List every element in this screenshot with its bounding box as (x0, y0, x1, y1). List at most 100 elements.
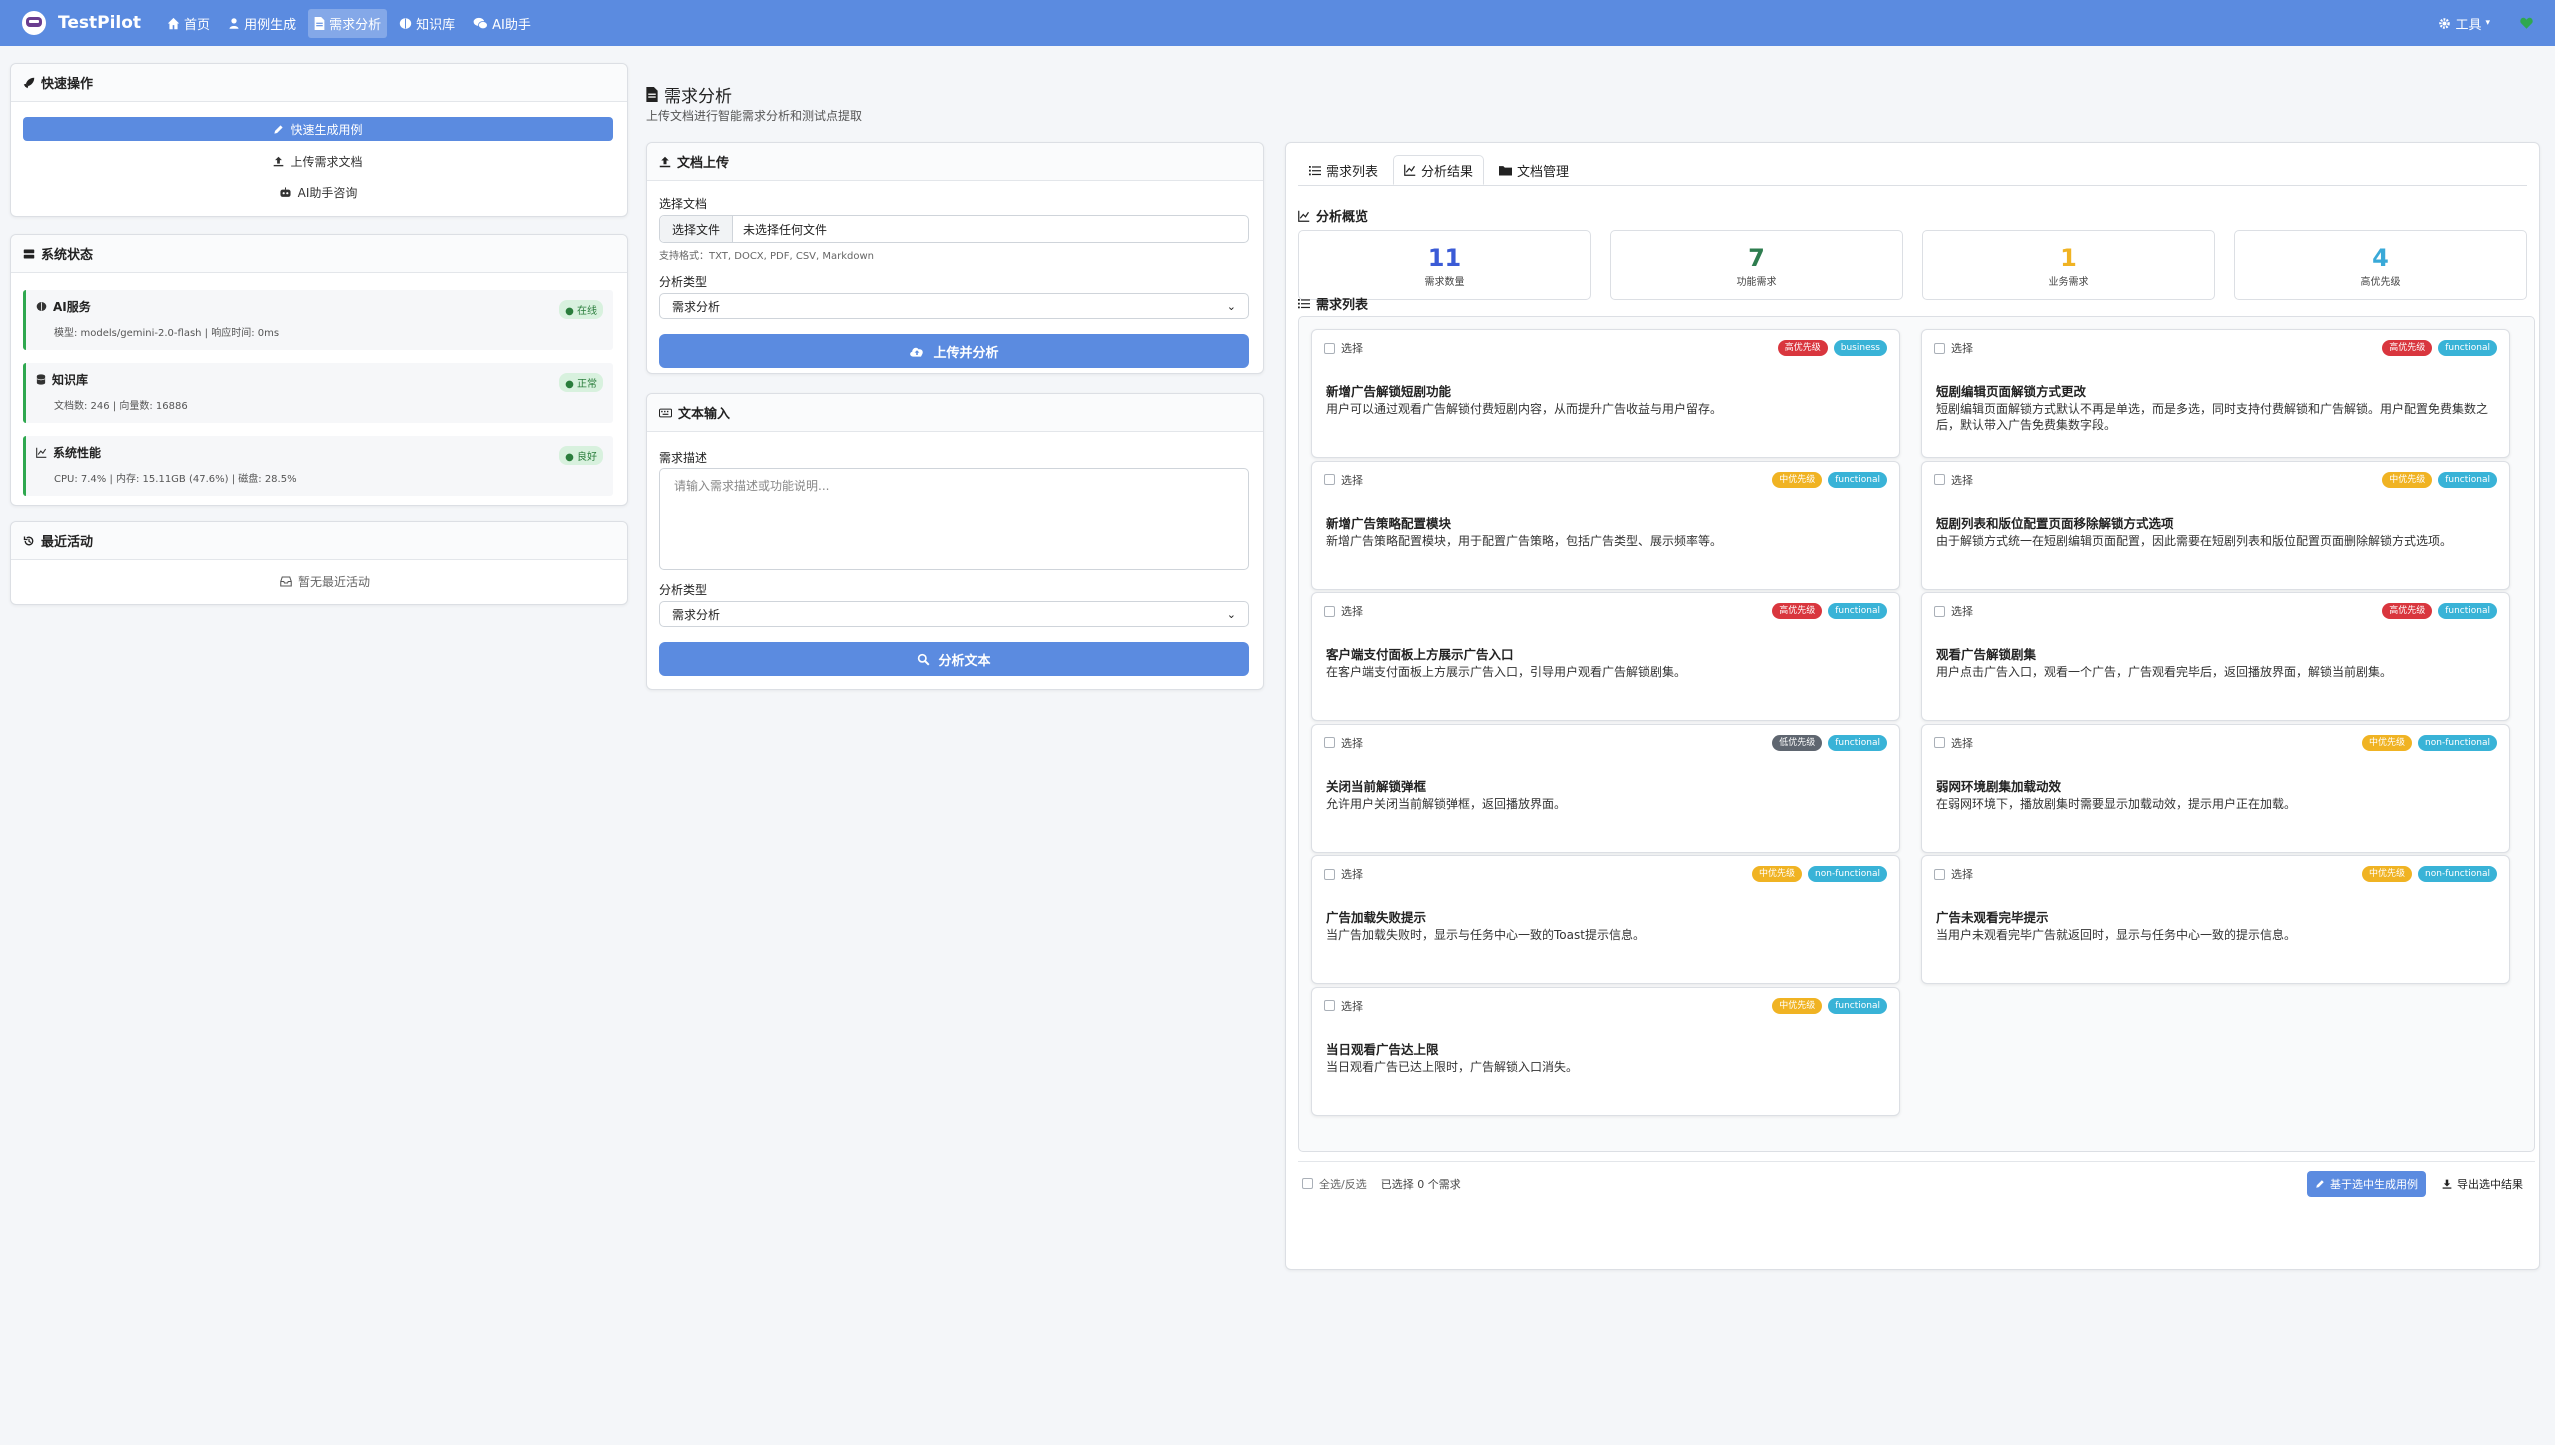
stat-value: 11 (1427, 244, 1462, 272)
nav-case-generation[interactable]: 用例生成 (222, 9, 302, 38)
requirement-card[interactable]: 选择 高优先级 functional 观看广告解锁剧集 用户点击广告入口，观看一个广告，… (1921, 592, 2510, 721)
page-title: 需求分析 (646, 82, 732, 107)
results-tabs: 需求列表 分析结果 文档管理 (1298, 155, 1580, 185)
upload-type-label: 分析类型 (659, 275, 708, 289)
requirement-title: 当日观看广告达上限 (1326, 1041, 1439, 1057)
stat-label: 需求数量 (1424, 277, 1465, 288)
checkbox-icon (1324, 342, 1335, 354)
tab-document-management[interactable]: 文档管理 (1488, 155, 1580, 185)
requirement-select-checkbox[interactable]: 选择 (1324, 866, 1363, 882)
requirement-select-label: 选择 (1341, 473, 1363, 487)
requirement-description: 在弱网环境下，播放剧集时需要显示加载动效，提示用户正在加载。 (1936, 796, 2297, 811)
system-status-header: 系统状态 (11, 235, 627, 273)
status-badge: ● 良好 (559, 446, 603, 465)
requirement-card[interactable]: 选择 中优先级 functional 新增广告策略配置模块 新增广告策略配置模块，用于配… (1311, 460, 1900, 590)
type-badge: non-functional (2418, 866, 2497, 882)
quick-generate-button[interactable]: 快速生成用例 (23, 117, 613, 141)
requirement-select-checkbox[interactable]: 选择 (1324, 998, 1363, 1014)
heart-icon[interactable] (2520, 17, 2533, 29)
requirement-select-checkbox[interactable]: 选择 (1934, 340, 1973, 356)
requirement-select-label: 选择 (1341, 605, 1363, 618)
page-subtitle: 上传文档进行智能需求分析和测试点提取 (646, 109, 863, 123)
nav-home-label: 首页 (184, 17, 211, 33)
select-all-label: 全选/反选 (1319, 1177, 1367, 1191)
requirement-card[interactable]: 选择 高优先级 functional 客户端支付面板上方展示广告入口 在客户端支付面板上… (1311, 592, 1900, 721)
requirement-select-label: 选择 (1951, 736, 1973, 750)
text-type-select[interactable]: 需求分析 ⌄ (659, 601, 1249, 627)
keyboard-icon (659, 408, 672, 417)
requirement-select-label: 选择 (1951, 605, 1973, 618)
upload-type-select[interactable]: 需求分析 ⌄ (659, 293, 1249, 319)
requirement-title: 客户端支付面板上方展示广告入口 (1326, 647, 1514, 662)
requirement-select-checkbox[interactable]: 选择 (1934, 472, 1973, 488)
status-ai-service: AI服务 模型: models/gemini-2.0-flash | 响应时间:… (23, 290, 613, 350)
type-badge: functional (1828, 471, 1887, 488)
requirement-card[interactable]: 选择 高优先级 business 新增广告解锁短剧功能 用户可以通过观看广告解锁付费短剧… (1311, 329, 1900, 458)
status-badge: ● 正常 (559, 373, 603, 392)
analyze-text-button[interactable]: 分析文本 (659, 642, 1249, 676)
nav-ai-assistant[interactable]: AI助手 (467, 9, 537, 38)
requirement-card[interactable]: 选择 高优先级 functional 短剧编辑页面解锁方式更改 短剧编辑页面解锁方式默认… (1921, 329, 2510, 458)
export-selected-button[interactable]: 导出选中结果 (2434, 1171, 2531, 1197)
nav-case-generation-label: 用例生成 (244, 17, 297, 33)
tab-analysis-results[interactable]: 分析结果 (1393, 155, 1485, 185)
nav-knowledge-base[interactable]: 知识库 (393, 9, 461, 38)
quick-actions-card: 快速操作 快速生成用例 上传需求文档 AI助手咨询 (10, 63, 628, 217)
text-input-card: 文本输入 需求描述 请输入需求描述或功能说明... 分析类型 需求分析 ⌄ 分析… (646, 393, 1264, 690)
tools-dropdown[interactable]: 工具 ▾ (2432, 9, 2496, 38)
ai-consult-link[interactable]: AI助手咨询 (23, 181, 613, 203)
export-selected-label: 导出选中结果 (2457, 1177, 2523, 1191)
status-badge: ● 在线 (559, 300, 603, 319)
document-icon (314, 16, 325, 30)
type-badge: functional (1828, 734, 1887, 751)
requirement-badges: 中优先级 non-functional (2362, 866, 2497, 882)
requirement-select-checkbox[interactable]: 选择 (1324, 340, 1363, 356)
stat-value: 1 (2060, 244, 2077, 272)
brand[interactable]: TestPilot (22, 11, 141, 35)
requirement-title: 弱网环境剧集加载动效 (1936, 778, 2062, 794)
page-title-text: 需求分析 (664, 87, 732, 107)
requirement-select-checkbox[interactable]: 选择 (1324, 735, 1363, 751)
requirement-card[interactable]: 选择 中优先级 non-functional 广告未观看完毕提示 当用户未观看完毕广告就… (1921, 855, 2510, 984)
text-input-title: 文本输入 (678, 407, 731, 422)
status-knowledge-base-detail: 文档数: 246 | 向量数: 16886 (54, 401, 188, 412)
requirement-title: 短剧编辑页面解锁方式更改 (1936, 384, 2087, 399)
priority-badge: 高优先级 (2382, 603, 2433, 619)
requirement-select-checkbox[interactable]: 选择 (1324, 472, 1363, 488)
quick-actions-title: 快速操作 (41, 77, 94, 92)
requirement-card[interactable]: 选择 低优先级 functional 关闭当前解锁弹框 允许用户关闭当前解锁弹框，返回播… (1311, 723, 1900, 853)
stat-label: 功能需求 (1736, 277, 1777, 288)
nav-home[interactable]: 首页 (161, 9, 216, 38)
requirement-select-checkbox[interactable]: 选择 (1324, 603, 1363, 619)
cloud-upload-icon (910, 347, 924, 357)
nav-requirement-analysis[interactable]: 需求分析 (308, 8, 388, 38)
requirement-select-checkbox[interactable]: 选择 (1934, 735, 1973, 751)
requirement-select-checkbox[interactable]: 选择 (1934, 603, 1973, 619)
requirement-description: 新增广告策略配置模块，用于配置广告策略，包括广告类型、展示频率等。 (1326, 533, 1723, 548)
type-badge: functional (2438, 603, 2497, 619)
upload-analyze-button[interactable]: 上传并分析 (659, 334, 1249, 368)
tab-requirement-list[interactable]: 需求列表 (1298, 155, 1389, 185)
status-ai-service-name: AI服务 (53, 300, 91, 314)
results-panel: 需求列表 分析结果 文档管理 分析概览 11 需求数量 7 功能需求 1 业务需… (1285, 142, 2540, 1270)
description-textarea[interactable]: 请输入需求描述或功能说明... (659, 468, 1249, 570)
status-ai-service-detail: 模型: models/gemini-2.0-flash | 响应时间: 0ms (54, 328, 280, 339)
requirement-card[interactable]: 选择 中优先级 functional 当日观看广告达上限 当日观看广告已达上限时，广告解… (1311, 986, 1900, 1116)
recent-activity-empty-text: 暂无最近活动 (297, 575, 370, 589)
analyze-text-label: 分析文本 (938, 653, 991, 669)
checkbox-icon (1934, 737, 1945, 748)
upload-document-link[interactable]: 上传需求文档 (23, 150, 613, 172)
priority-badge: 中优先级 (2362, 734, 2413, 751)
requirement-card[interactable]: 选择 中优先级 non-functional 广告加载失败提示 当广告加载失败时，显示与… (1311, 855, 1900, 984)
status-system-performance-detail: CPU: 7.4% | 内存: 15.11GB (47.6%) | 磁盘: 28… (54, 474, 297, 485)
choose-file-button[interactable]: 选择文件 (660, 216, 734, 242)
requirement-card[interactable]: 选择 中优先级 functional 短剧列表和版位配置页面移除解锁方式选项 由于解锁方… (1921, 460, 2510, 590)
file-input[interactable]: 选择文件 未选择任何文件 (659, 215, 1249, 243)
requirement-card[interactable]: 选择 中优先级 non-functional 弱网环境剧集加载动效 在弱网环境下，播放剧… (1921, 723, 2510, 853)
overview-title: 分析概览 (1298, 206, 1368, 225)
select-all-checkbox[interactable]: 全选/反选 (1302, 1176, 1367, 1192)
requirement-select-checkbox[interactable]: 选择 (1934, 866, 1973, 882)
checkbox-icon (1302, 1178, 1313, 1189)
requirement-description: 短剧编辑页面解锁方式默认不再是单选，而是多选，同时支持付费解锁和广告解锁。用户配… (1936, 402, 2489, 432)
generate-from-selected-button[interactable]: 基于选中生成用例 (2307, 1170, 2426, 1197)
